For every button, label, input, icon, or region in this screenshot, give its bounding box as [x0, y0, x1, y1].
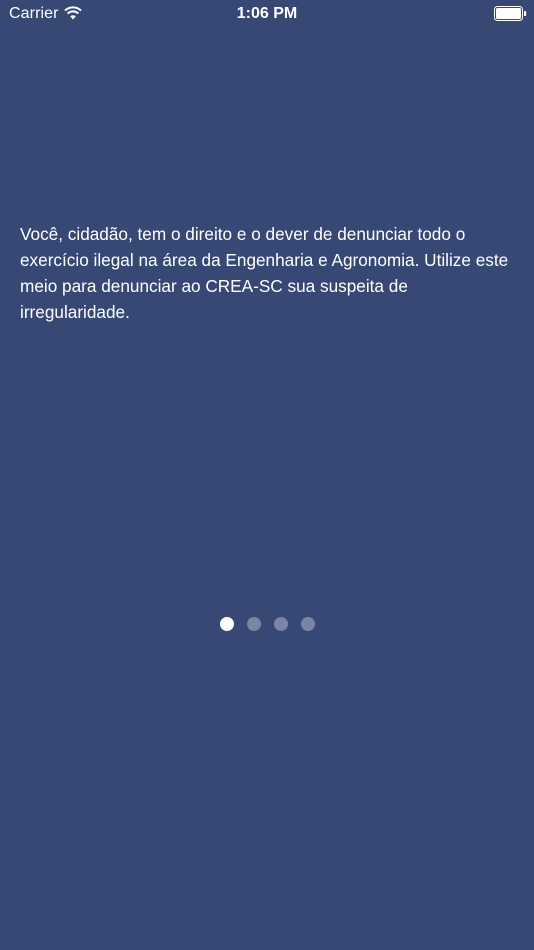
battery-icon: [494, 6, 527, 21]
page-dot-1[interactable]: [219, 617, 234, 631]
page-dot-2[interactable]: [246, 617, 261, 631]
onboarding-message: Você, cidadão, tem o direito e o dever d…: [20, 224, 509, 322]
page-dot-3[interactable]: [273, 617, 288, 631]
status-time: 1:06 PM: [236, 5, 298, 22]
page-control[interactable]: [0, 617, 534, 631]
page-dot-4[interactable]: [300, 617, 315, 631]
status-bar: Carrier 1:06 PM: [0, 0, 534, 28]
